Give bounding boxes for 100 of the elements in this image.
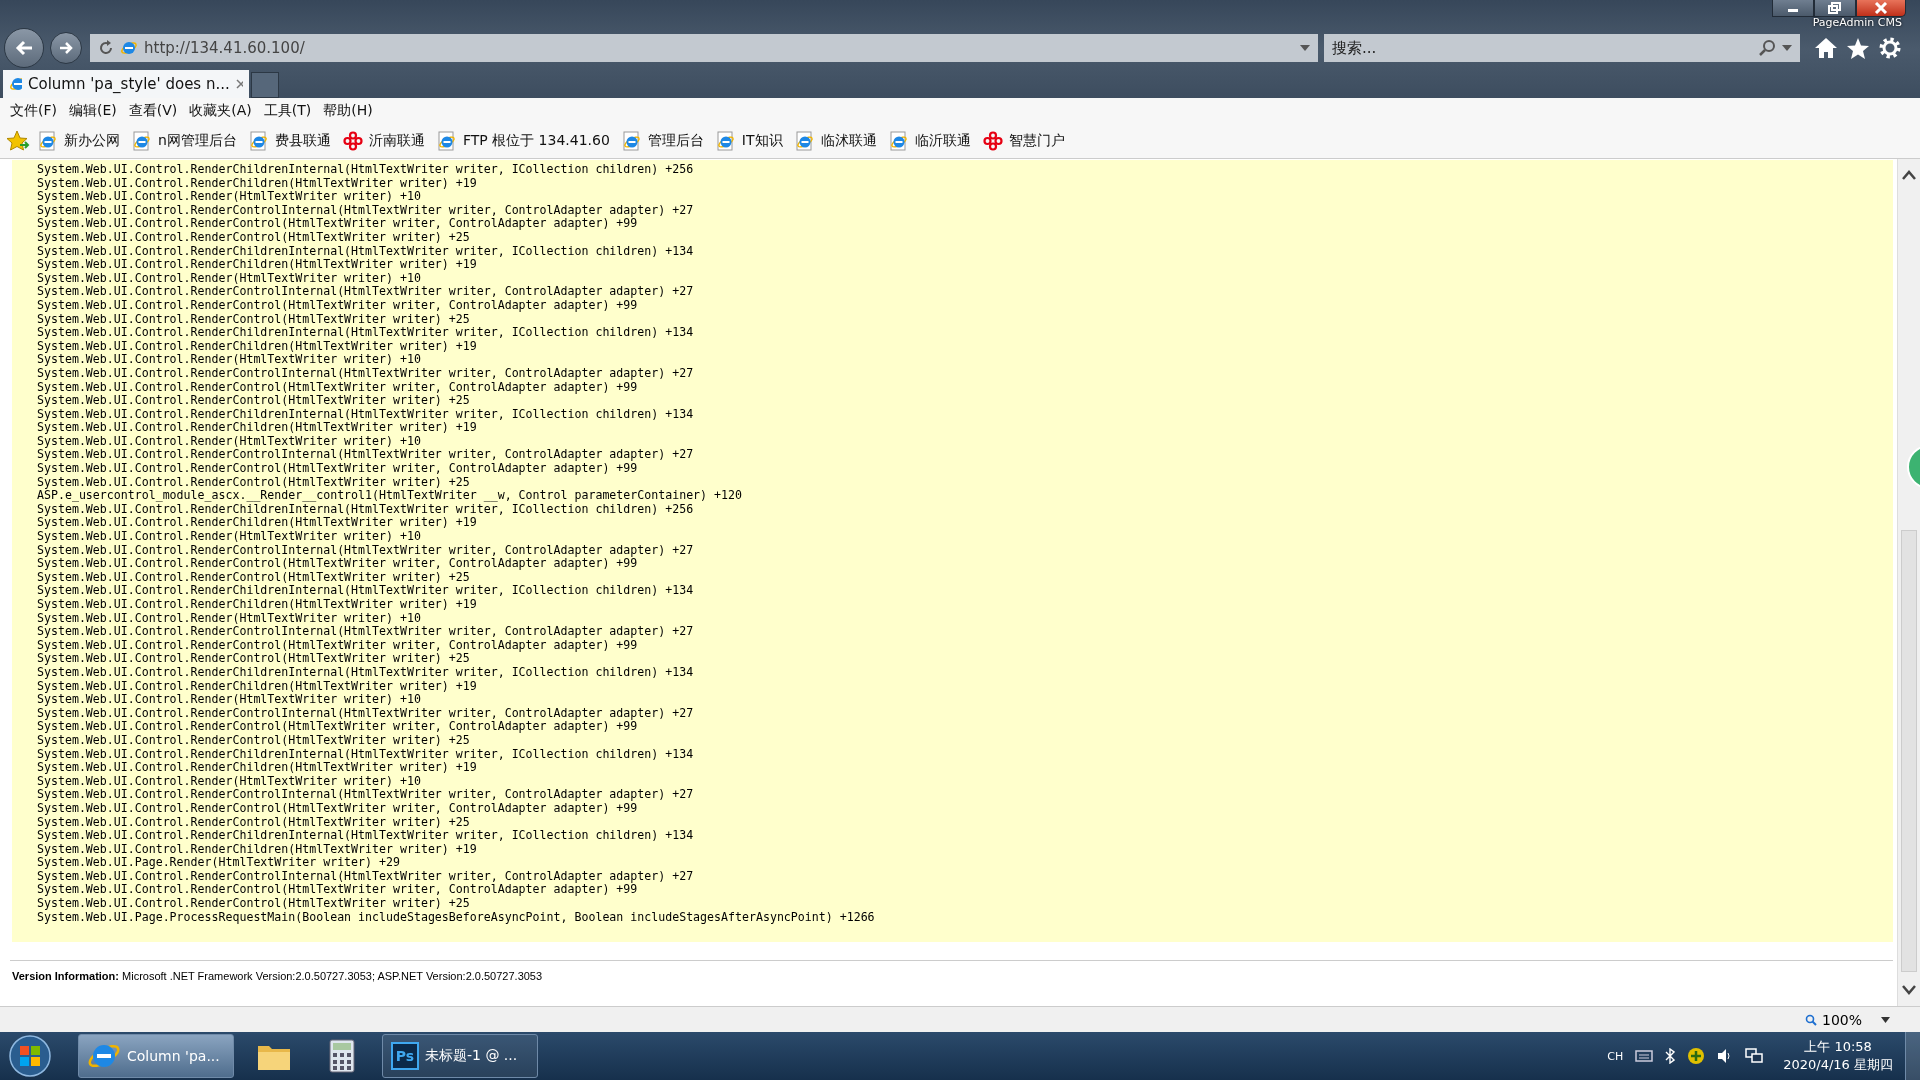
clock-date[interactable]: 2020/4/16 星期四 <box>1783 1056 1893 1074</box>
stack-trace-line: System.Web.UI.Control.RenderChildrenInternal(HtmlTextWriter writer, ICollection children) +134 <box>37 244 695 259</box>
stack-trace-line: System.Web.UI.Control.RenderControl(HtmlTextWriter writer) +25 <box>37 652 470 666</box>
favorite-link[interactable]: 费县联通 <box>244 131 335 151</box>
menu-item[interactable]: 工具(T) <box>263 102 312 120</box>
stack-trace-line: System.Web.UI.Control.RenderChildren(HtmlTextWriter writer) +19 <box>37 598 478 612</box>
back-button[interactable] <box>4 28 44 68</box>
favorite-link[interactable]: IT知识 <box>711 131 787 151</box>
menu-item[interactable]: 帮助(H) <box>323 102 373 120</box>
dropdown-icon[interactable] <box>1881 1016 1890 1023</box>
photoshop-icon: Ps <box>391 1042 419 1070</box>
search-icon[interactable] <box>1758 39 1776 57</box>
stack-trace-line: System.Web.UI.Control.RenderControl(HtmlTextWriter writer, ControlAdapter adapter) +99 <box>37 801 638 816</box>
stack-trace-line: System.Web.UI.Control.RenderChildren(HtmlTextWriter writer) +19 <box>37 516 478 531</box>
scrollbar[interactable] <box>1897 159 1920 1006</box>
zoom-level[interactable]: 100% <box>1821 1011 1862 1028</box>
menu-item[interactable]: 查看(V) <box>128 102 178 120</box>
menu-item[interactable]: 收藏夹(A) <box>189 102 252 120</box>
window-title: PageAdmin CMS <box>1812 17 1902 29</box>
stack-trace-line: System.Web.UI.Page.Render(HtmlTextWriter writer) +29 <box>37 856 401 870</box>
search-field[interactable]: 搜索... <box>1324 34 1800 62</box>
close-button[interactable] <box>1856 0 1906 17</box>
stack-trace-line: System.Web.UI.Control.Render(HtmlTextWriter writer) +10 <box>37 353 422 367</box>
stack-trace-line: System.Web.UI.Control.RenderControl(HtmlTextWriter writer) +25 <box>37 570 470 585</box>
stack-trace-line: System.Web.UI.Control.RenderControl(HtmlTextWriter writer, ControlAdapter adapter) +99 <box>37 298 638 313</box>
plus-circle-icon[interactable] <box>1687 1047 1706 1065</box>
favorite-link[interactable]: FTP 根位于 134.41.60 <box>432 131 614 151</box>
stack-trace-line: System.Web.UI.Control.RenderControl(HtmlTextWriter writer) +25 <box>37 815 470 830</box>
scroll-up-icon[interactable] <box>1901 169 1917 181</box>
stack-trace-line: System.Web.UI.Control.RenderControl(HtmlTextWriter writer, ControlAdapter adapter) +99 <box>37 380 638 395</box>
stack-trace-line: System.Web.UI.Control.RenderControlInternal(HtmlTextWriter writer, ControlAdapter adapter) +27 <box>37 706 695 721</box>
stack-trace-line: System.Web.UI.Control.RenderControl(HtmlTextWriter writer) +25 <box>37 475 470 490</box>
network-icon[interactable] <box>1745 1048 1764 1064</box>
stack-trace-line: System.Web.UI.Control.RenderControlInternal(HtmlTextWriter writer, ControlAdapter adapter) +27 <box>37 543 695 558</box>
minimize-button[interactable] <box>1772 0 1814 17</box>
page-icon <box>794 131 815 151</box>
stack-trace-line: System.Web.UI.Control.Render(HtmlTextWriter writer) +10 <box>37 434 422 449</box>
stack-trace-line: System.Web.UI.Control.RenderControl(HtmlTextWriter writer) +25 <box>37 312 470 327</box>
page-icon <box>248 131 269 151</box>
stack-trace-line: System.Web.UI.Control.Render(HtmlTextWriter writer) +10 <box>37 190 422 204</box>
stack-trace-line: System.Web.UI.Control.RenderChildrenInternal(HtmlTextWriter writer, ICollection children) +134 <box>37 584 695 598</box>
favorite-link[interactable]: 临沭联通 <box>790 131 881 151</box>
favorite-link[interactable]: 沂南联通 <box>338 131 429 151</box>
bluetooth-icon[interactable] <box>1665 1048 1676 1064</box>
forward-arrow-icon <box>58 41 74 55</box>
favorite-link[interactable]: 新办公网 <box>34 131 124 151</box>
taskbar-button[interactable]: Column 'pa... <box>78 1034 234 1078</box>
stack-trace-line: System.Web.UI.Control.RenderControl(HtmlTextWriter writer) +25 <box>37 394 470 408</box>
scroll-down-icon[interactable] <box>1901 984 1917 996</box>
stack-trace-line: System.Web.UI.Control.RenderChildren(HtmlTextWriter writer) +19 <box>37 679 478 694</box>
menu-item[interactable]: 文件(F) <box>10 102 57 120</box>
address-field[interactable]: http://134.41.60.100/ <box>90 34 1318 62</box>
page-icon <box>888 131 909 151</box>
stack-trace-line: System.Web.UI.Control.RenderChildrenInternal(HtmlTextWriter writer, ICollection children) +256 <box>37 163 695 177</box>
start-button[interactable] <box>8 1034 52 1078</box>
taskbar-button[interactable]: Ps 未标题-1 @ ... <box>382 1034 538 1078</box>
clock-time[interactable]: 上午 10:58 <box>1804 1038 1872 1056</box>
stack-trace-line: System.Web.UI.Control.RenderControlInternal(HtmlTextWriter writer, ControlAdapter adapter) +27 <box>37 869 695 884</box>
stack-trace-line: System.Web.UI.Control.RenderChildrenInternal(HtmlTextWriter writer, ICollection children) +134 <box>37 665 695 680</box>
zoom-icon <box>1804 1013 1817 1026</box>
favorite-link[interactable]: 管理后台 <box>617 131 708 151</box>
favorite-link[interactable]: n网管理后台 <box>128 131 241 151</box>
floating-badge-icon[interactable] <box>1906 444 1920 490</box>
stack-trace-line: System.Web.UI.Control.RenderControlInternal(HtmlTextWriter writer, ControlAdapter adapter) +27 <box>37 366 695 381</box>
ie-icon <box>9 75 23 93</box>
language-indicator[interactable]: CH <box>1607 1049 1624 1063</box>
stack-trace-line: System.Web.UI.Control.RenderControl(HtmlTextWriter writer) +25 <box>37 897 471 911</box>
stack-trace-line: System.Web.UI.Control.RenderControl(HtmlTextWriter writer, ControlAdapter adapter) +99 <box>37 638 638 653</box>
refresh-icon[interactable] <box>98 40 114 56</box>
settings-icon[interactable] <box>1878 36 1902 60</box>
stack-trace-line: System.Web.UI.Control.Render(HtmlTextWriter writer) +10 <box>37 693 422 707</box>
home-icon[interactable] <box>1814 37 1838 59</box>
stack-trace-line: System.Web.UI.Control.RenderControl(HtmlTextWriter writer, ControlAdapter adapter) +99 <box>37 462 639 476</box>
page-icon <box>621 131 642 151</box>
menu-item[interactable]: 编辑(E) <box>69 102 117 120</box>
browser-tab[interactable]: Column 'pa_style' does n... <box>3 70 249 98</box>
stack-trace-line: System.Web.UI.Control.Render(HtmlTextWriter writer) +10 <box>37 611 422 626</box>
calculator-icon <box>329 1039 355 1073</box>
favorite-link[interactable]: 智慧门户 <box>978 131 1069 151</box>
stack-trace-line: System.Web.UI.Control.RenderChildren(HtmlTextWriter writer) +19 <box>37 842 478 857</box>
restore-button[interactable] <box>1814 0 1856 17</box>
favorites-star-icon[interactable] <box>6 130 30 152</box>
stack-trace-line: System.Web.UI.Control.Render(HtmlTextWriter writer) +10 <box>37 774 422 789</box>
stack-trace-line: System.Web.UI.Control.RenderControlInternal(HtmlTextWriter writer, ControlAdapter adapter) +27 <box>37 448 695 463</box>
star-icon[interactable] <box>1846 37 1870 59</box>
stack-trace-line: System.Web.UI.Control.RenderControlInternal(HtmlTextWriter writer, ControlAdapter adapter) +27 <box>37 203 695 218</box>
close-icon[interactable] <box>235 79 243 89</box>
keyboard-icon[interactable] <box>1635 1049 1654 1063</box>
stack-trace-line: System.Web.UI.Control.Render(HtmlTextWriter writer) +10 <box>37 271 422 286</box>
stack-trace-line: System.Web.UI.Control.RenderControlInternal(HtmlTextWriter writer, ControlAdapter adapter) +27 <box>37 788 695 802</box>
stack-trace-line: System.Web.UI.Control.RenderControl(HtmlTextWriter writer, ControlAdapter adapter) +99 <box>37 720 638 734</box>
page-icon <box>715 131 736 151</box>
favorite-link[interactable]: 临沂联通 <box>884 131 975 151</box>
stack-trace-line: ASP.e_usercontrol_module_ascx.__Render__control1(HtmlTextWriter __w, Control parameterContainer) +120 <box>37 489 743 503</box>
close-icon <box>1874 2 1888 14</box>
forward-button[interactable] <box>50 32 82 64</box>
page-icon <box>132 131 152 151</box>
stack-trace-line: System.Web.UI.Control.RenderChildren(HtmlTextWriter writer) +19 <box>37 176 478 191</box>
stack-trace-line: System.Web.UI.Control.RenderChildrenInternal(HtmlTextWriter writer, ICollection children) +134 <box>37 326 695 340</box>
stack-trace-line: System.Web.UI.Control.RenderChildrenInternal(HtmlTextWriter writer, ICollection children) +134 <box>37 829 695 843</box>
